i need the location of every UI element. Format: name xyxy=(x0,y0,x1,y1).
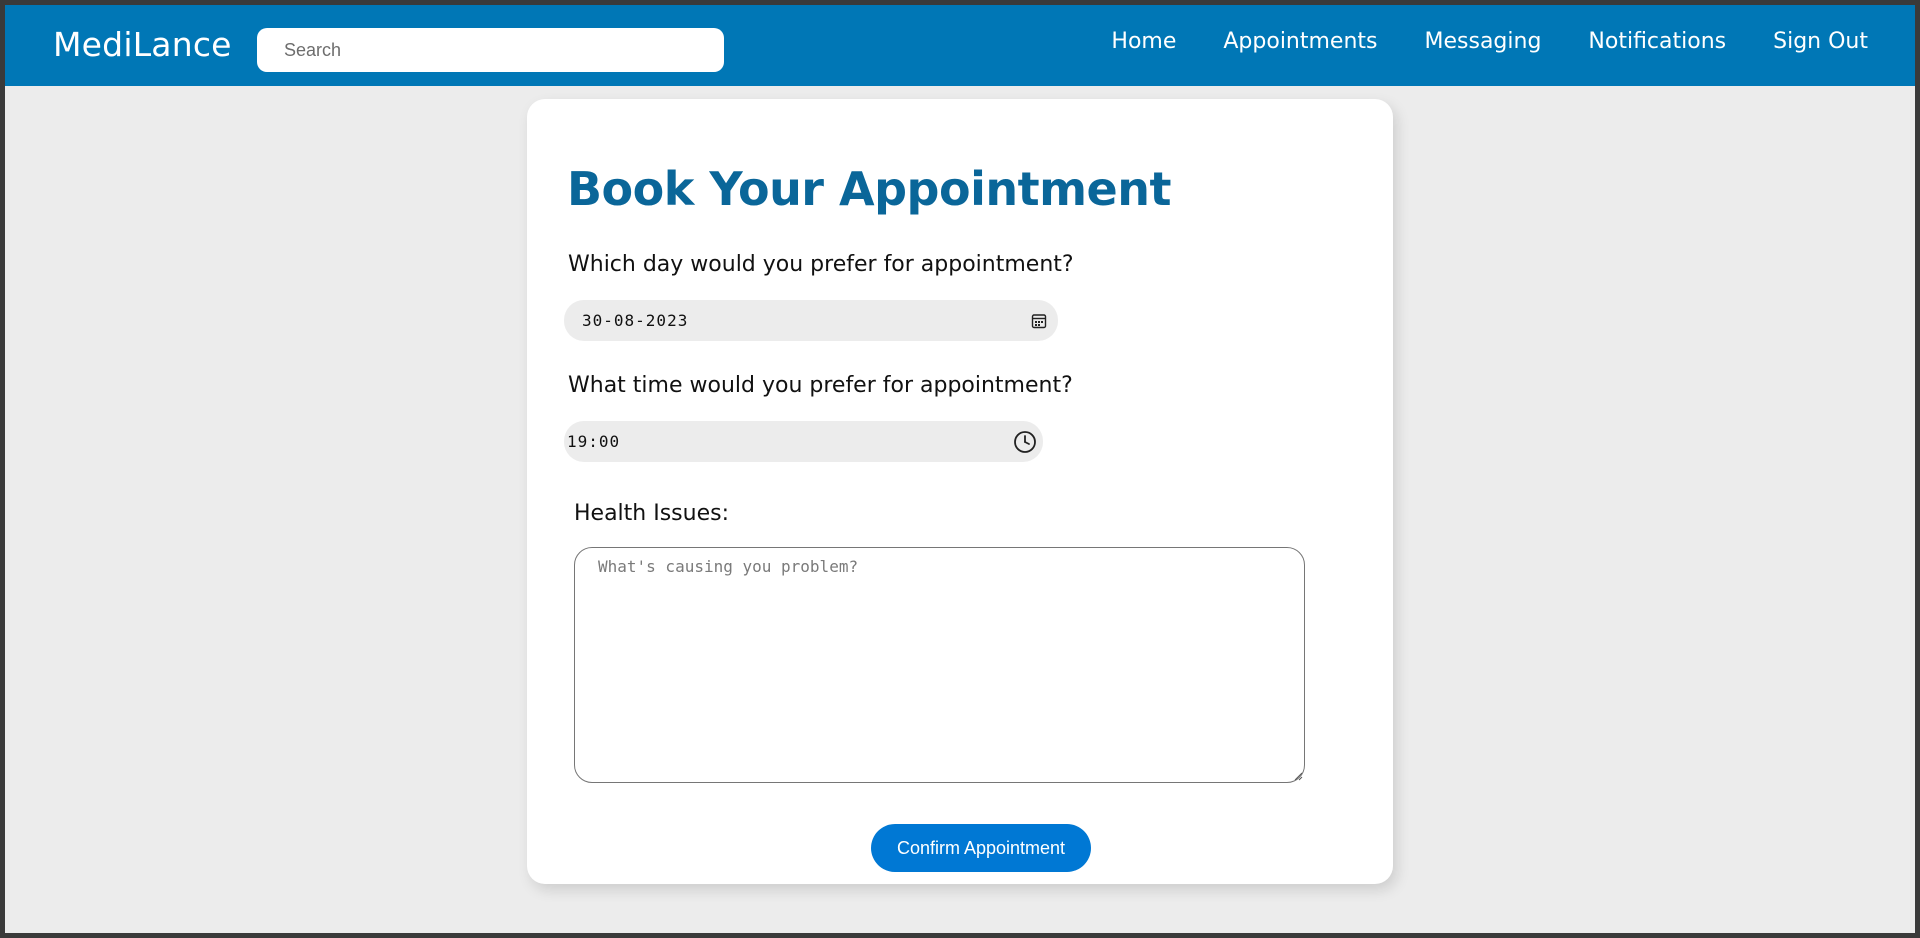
time-question-label: What time would you prefer for appointme… xyxy=(568,373,1073,398)
app-window: MediLance Home Appointments Messaging No… xyxy=(5,5,1915,933)
calendar-icon[interactable] xyxy=(1025,307,1053,335)
resize-grip-icon[interactable] xyxy=(1293,771,1303,781)
confirm-appointment-button[interactable]: Confirm Appointment xyxy=(871,824,1091,872)
health-issues-label: Health Issues: xyxy=(574,501,729,526)
nav-appointments[interactable]: Appointments xyxy=(1223,29,1377,54)
date-value: 30-08-2023 xyxy=(582,311,689,330)
navbar: MediLance Home Appointments Messaging No… xyxy=(5,5,1915,86)
brand-logo[interactable]: MediLance xyxy=(53,25,232,64)
nav-links: Home Appointments Messaging Notification… xyxy=(1111,29,1868,54)
health-issues-textarea[interactable] xyxy=(574,547,1305,783)
page-title: Book Your Appointment xyxy=(567,162,1171,216)
nav-sign-out[interactable]: Sign Out xyxy=(1773,29,1868,54)
nav-home[interactable]: Home xyxy=(1111,29,1176,54)
date-input[interactable]: 30-08-2023 xyxy=(564,300,1058,341)
nav-messaging[interactable]: Messaging xyxy=(1425,29,1542,54)
time-value: 19:00 xyxy=(567,432,621,451)
date-question-label: Which day would you prefer for appointme… xyxy=(568,252,1074,277)
booking-card: Book Your Appointment Which day would yo… xyxy=(527,99,1393,884)
time-input[interactable]: 19:00 xyxy=(564,421,1043,462)
search-input[interactable] xyxy=(257,28,724,72)
clock-icon[interactable] xyxy=(1011,428,1039,456)
nav-notifications[interactable]: Notifications xyxy=(1588,29,1726,54)
